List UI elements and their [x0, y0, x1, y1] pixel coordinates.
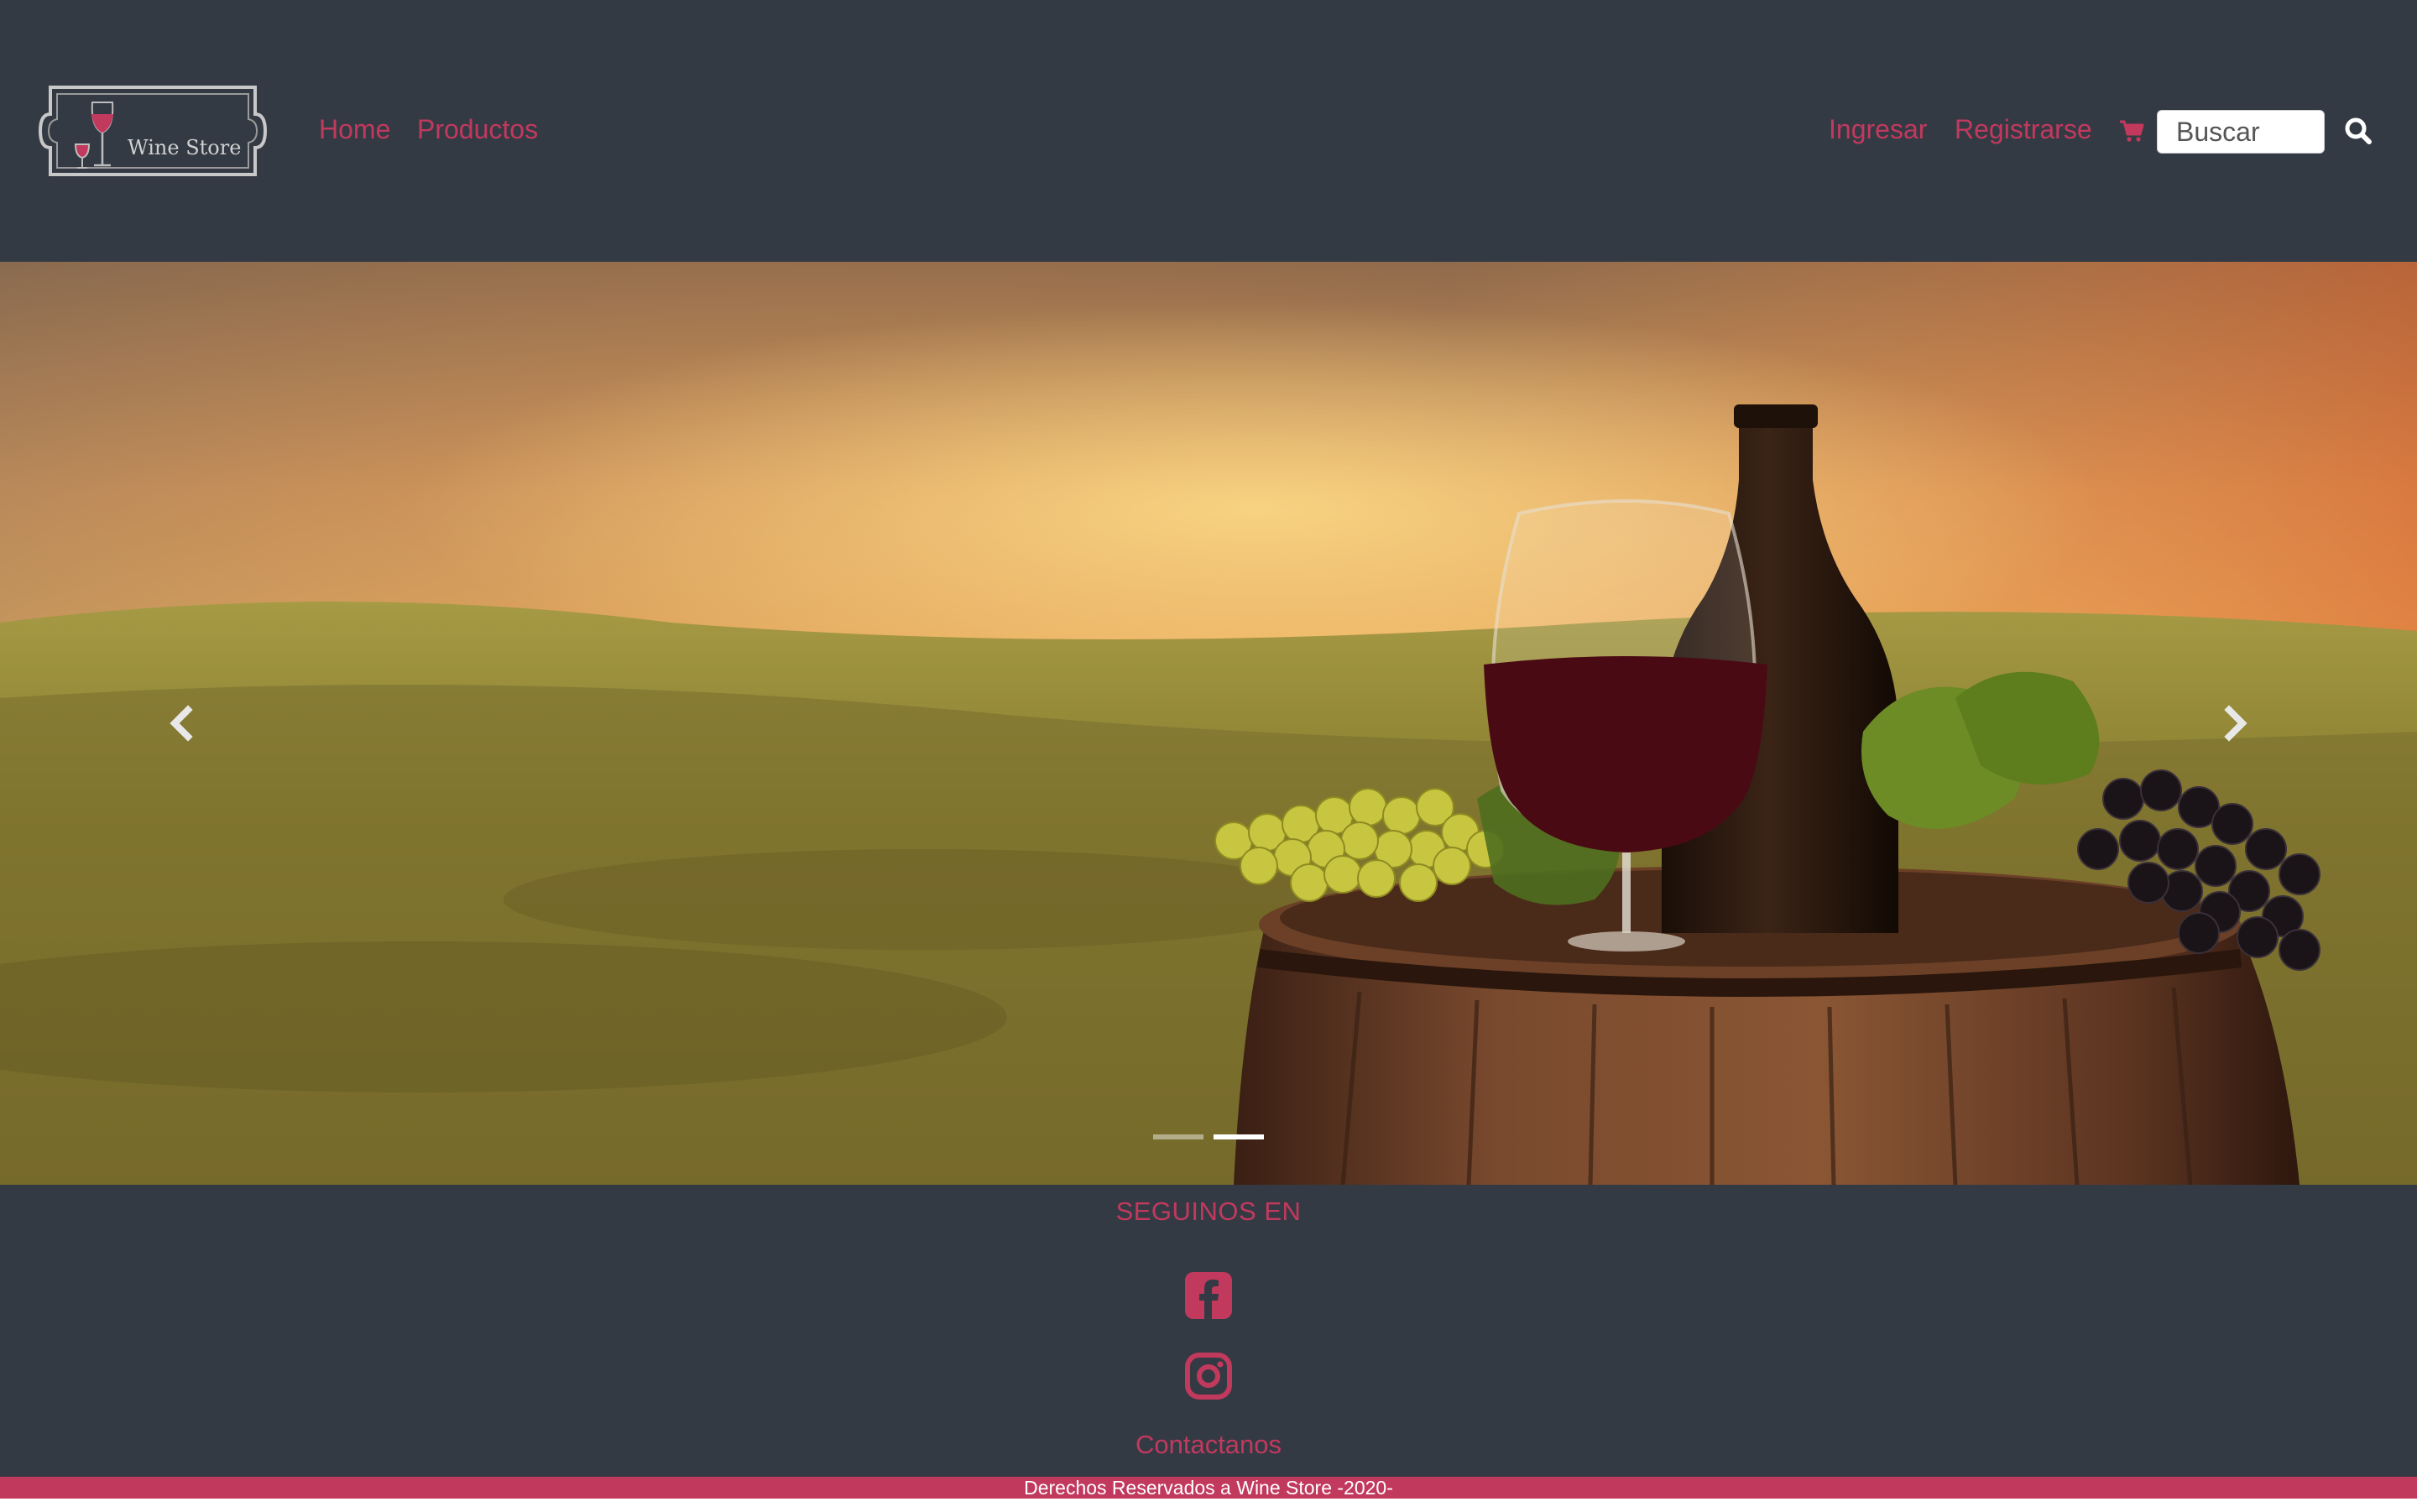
brand-logo[interactable]: Wine Store — [37, 84, 269, 178]
shopping-cart-icon[interactable] — [2119, 117, 2144, 143]
carousel-indicator-2[interactable] — [1214, 1134, 1264, 1139]
instagram-icon — [1185, 1353, 1232, 1400]
carousel-slide-image — [0, 262, 2417, 1185]
hero-carousel — [0, 262, 2417, 1185]
carousel-prev-button[interactable] — [156, 691, 206, 755]
instagram-link[interactable] — [1183, 1351, 1234, 1401]
carousel-next-button[interactable] — [2211, 691, 2261, 755]
wine-glass-icon — [74, 102, 114, 169]
facebook-link[interactable] — [1183, 1270, 1234, 1321]
copyright-text: Derechos Reservados a Wine Store -2020- — [1024, 1477, 1393, 1499]
nav-products-link[interactable]: Productos — [417, 111, 538, 148]
footer: SEGUINOS EN Contactanos — [0, 1185, 2417, 1477]
navbar: Wine Store Home Productos Ingresar Regis… — [0, 0, 2417, 262]
follow-us-title: SEGUINOS EN — [1115, 1197, 1302, 1226]
nav-home-link[interactable]: Home — [319, 111, 390, 148]
carousel-indicators — [1153, 1134, 1264, 1143]
search-icon — [2345, 117, 2372, 144]
nav-login-link[interactable]: Ingresar — [1829, 111, 1927, 148]
logo-frame — [38, 86, 268, 176]
search-input[interactable] — [2157, 110, 2325, 154]
carousel-indicator-1[interactable] — [1153, 1134, 1203, 1139]
copyright-bar: Derechos Reservados a Wine Store -2020- — [0, 1477, 2417, 1499]
contact-link[interactable]: Contactanos — [0, 1430, 2417, 1460]
nav-register-link[interactable]: Registrarse — [1955, 111, 2092, 148]
chevron-left-icon — [170, 705, 193, 742]
facebook-icon — [1185, 1272, 1232, 1319]
logo-text: Wine Store — [128, 136, 242, 159]
search-button[interactable] — [2341, 114, 2375, 148]
chevron-right-icon — [2224, 705, 2247, 742]
